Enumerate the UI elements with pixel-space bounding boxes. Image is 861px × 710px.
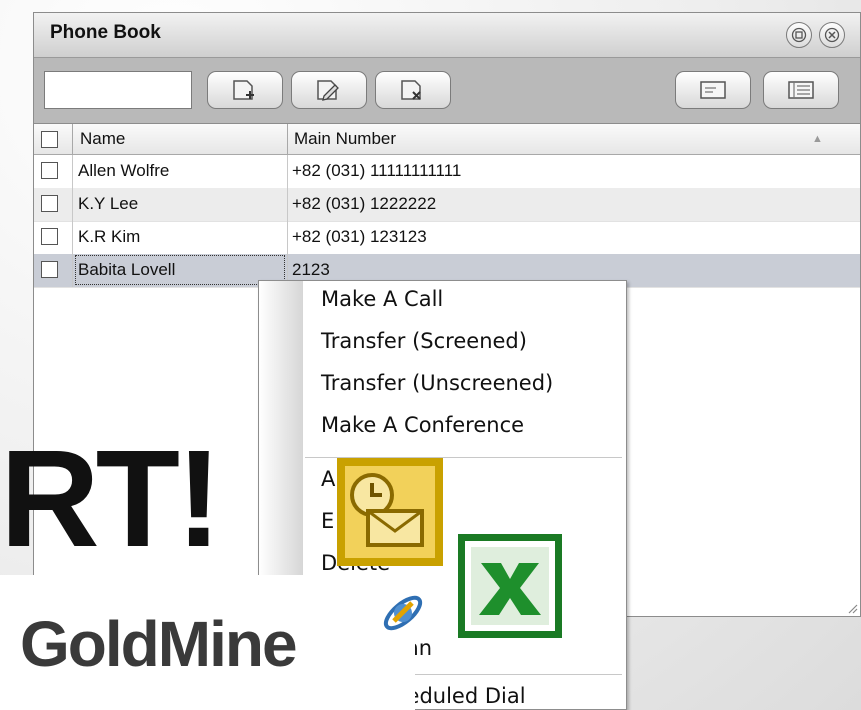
row-checkbox[interactable] <box>41 261 58 278</box>
title-bar[interactable]: Phone Book <box>34 13 860 58</box>
window-title: Phone Book <box>50 22 161 43</box>
menu-item-edit[interactable]: E <box>321 509 334 533</box>
contact-number: +82 (031) 1222222 <box>292 194 437 213</box>
contact-number: +82 (031) 11111111111 <box>292 161 462 180</box>
delete-contact-button[interactable] <box>375 71 451 109</box>
edit-contact-button[interactable] <box>291 71 367 109</box>
delete-contact-icon <box>401 80 421 100</box>
menu-item-transfer-unscreened[interactable]: Transfer (Unscreened) <box>321 371 553 395</box>
add-contact-icon <box>233 80 254 100</box>
cell-divider <box>72 254 73 287</box>
sort-indicator: ▲ <box>812 133 823 145</box>
contact-number: +82 (031) 123123 <box>292 227 427 246</box>
restore-icon <box>791 27 807 43</box>
table-row[interactable]: K.R Kim +82 (031) 123123 <box>34 221 860 255</box>
cell-divider <box>72 221 73 254</box>
cell-divider <box>72 155 73 188</box>
row-checkbox[interactable] <box>41 162 58 179</box>
cell-divider <box>72 188 73 221</box>
restore-button[interactable] <box>786 22 812 48</box>
add-contact-button[interactable] <box>207 71 283 109</box>
contact-name: K.Y Lee <box>78 194 139 213</box>
card-view-button[interactable] <box>675 71 751 109</box>
search-input[interactable] <box>44 71 192 109</box>
resize-grip-icon[interactable] <box>846 602 858 614</box>
edit-contact-icon <box>317 80 339 101</box>
menu-item-make-conference[interactable]: Make A Conference <box>321 413 524 437</box>
cell-divider <box>287 155 288 188</box>
outlook-icon <box>337 458 443 566</box>
menu-item-transfer-screened[interactable]: Transfer (Screened) <box>321 329 527 353</box>
column-divider[interactable] <box>287 124 288 154</box>
select-all-checkbox[interactable] <box>41 131 58 148</box>
list-view-button[interactable] <box>763 71 839 109</box>
goldmine-icon <box>383 595 423 631</box>
goldmine-logo: GoldMine <box>20 608 298 680</box>
menu-item-add[interactable]: A <box>321 467 335 491</box>
row-checkbox[interactable] <box>41 195 58 212</box>
table-row[interactable]: K.Y Lee +82 (031) 1222222 <box>34 188 860 222</box>
excel-icon <box>458 534 562 638</box>
table-row[interactable]: Allen Wolfre +82 (031) 11111111111 <box>34 155 860 189</box>
column-header-name[interactable]: Name <box>80 124 125 154</box>
card-view-icon <box>700 81 726 99</box>
toolbar <box>34 58 860 122</box>
contact-name: Allen Wolfre <box>78 161 170 180</box>
column-header-main-number[interactable]: Main Number <box>294 124 396 154</box>
close-icon <box>824 27 840 43</box>
contact-name: Babita Lovell <box>74 254 286 286</box>
row-checkbox[interactable] <box>41 228 58 245</box>
list-view-icon <box>788 81 814 99</box>
cell-divider <box>287 188 288 221</box>
menu-item-make-call[interactable]: Make A Call <box>321 287 443 311</box>
column-divider <box>72 124 73 154</box>
contact-name: K.R Kim <box>78 227 141 246</box>
table-header: Name Main Number ▲ <box>34 124 860 155</box>
partial-logo-text: RT! <box>0 422 222 576</box>
cell-divider <box>287 221 288 254</box>
close-button[interactable] <box>819 22 845 48</box>
